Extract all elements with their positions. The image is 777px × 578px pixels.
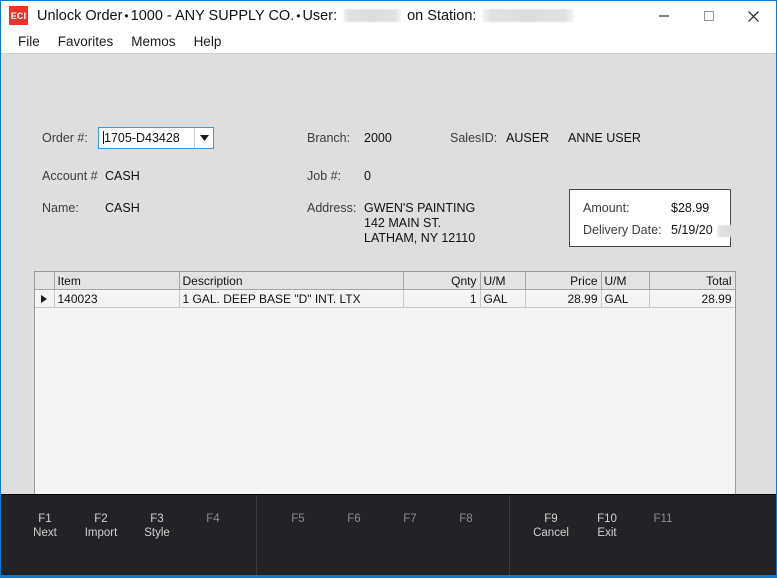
delivery-date-label: Delivery Date: bbox=[583, 223, 662, 237]
function-key-bar: F1 Next F2 Import F3 Style F4 F5 F6 F7 F8 F9 Cancel F… bbox=[1, 494, 776, 576]
close-icon[interactable] bbox=[731, 1, 776, 31]
cell-um-1: GAL bbox=[480, 289, 526, 308]
cell-um-2: GAL bbox=[601, 289, 650, 308]
fkey-f9-cancel-number: F9 bbox=[544, 513, 558, 525]
redacted-delivery-year bbox=[717, 225, 741, 237]
fkey-f8-number: F8 bbox=[459, 513, 473, 525]
fkey-separator-1 bbox=[256, 495, 257, 575]
address-label: Address: bbox=[307, 201, 357, 215]
fkey-f6-number: F6 bbox=[347, 513, 361, 525]
title-separator-dot-2: • bbox=[296, 8, 301, 23]
fkey-f2-import-number: F2 bbox=[94, 513, 108, 525]
cell-total: 28.99 bbox=[649, 289, 735, 308]
fkey-f10-exit-number: F10 bbox=[597, 513, 617, 525]
fkey-f10-exit[interactable]: F10 Exit bbox=[579, 512, 635, 540]
column-header-item[interactable]: Item bbox=[54, 272, 180, 290]
minimize-icon[interactable] bbox=[641, 1, 686, 31]
order-number-label: Order #: bbox=[42, 131, 88, 145]
fkey-f1-next[interactable]: F1 Next bbox=[17, 512, 73, 540]
column-header-qnty[interactable]: Qnty bbox=[403, 272, 481, 290]
order-number-value: 1705-D43428 bbox=[104, 131, 180, 145]
cell-description: 1 GAL. DEEP BASE "D" INT. LTX bbox=[179, 289, 404, 308]
fkey-f7-number: F7 bbox=[403, 513, 417, 525]
window-controls bbox=[641, 1, 776, 31]
fkey-f4-number: F4 bbox=[206, 513, 220, 525]
branch-value: 2000 bbox=[364, 131, 392, 145]
cell-price: 28.99 bbox=[525, 289, 602, 308]
fkey-f9-cancel[interactable]: F9 Cancel bbox=[523, 512, 579, 540]
column-header-selector[interactable] bbox=[35, 272, 55, 290]
menu-item-memos[interactable]: Memos bbox=[122, 32, 184, 51]
order-number-combobox[interactable]: 1705-D43428 bbox=[98, 127, 214, 149]
line-items-table: Item Description Qnty U/M Price U/M Tota… bbox=[35, 272, 735, 308]
address-value: GWEN'S PAINTING 142 MAIN ST. LATHAM, NY … bbox=[364, 201, 476, 245]
fkey-f3-style-number: F3 bbox=[150, 513, 164, 525]
redacted-user-value bbox=[343, 9, 402, 22]
redacted-station-value bbox=[482, 9, 575, 22]
fkey-separator-2 bbox=[509, 495, 510, 575]
fkey-f5-number: F5 bbox=[291, 513, 305, 525]
line-items-grid[interactable]: Item Description Qnty U/M Price U/M Tota… bbox=[34, 271, 736, 524]
application-window: ECI Unlock Order • 1000 - ANY SUPPLY CO.… bbox=[0, 0, 777, 578]
fkey-f3-style-label: Style bbox=[144, 527, 170, 539]
window-title-main: Unlock Order bbox=[37, 7, 123, 24]
fkey-f9-cancel-label: Cancel bbox=[533, 527, 569, 539]
fkey-f8: F8 bbox=[438, 512, 494, 526]
row-selector-icon[interactable] bbox=[35, 289, 55, 308]
window-title: Unlock Order • 1000 - ANY SUPPLY CO. • U… bbox=[37, 7, 575, 24]
menu-bar: File Favorites Memos Help bbox=[1, 30, 776, 53]
fkey-f11: F11 bbox=[635, 512, 691, 526]
name-label: Name: bbox=[42, 201, 79, 215]
column-header-description[interactable]: Description bbox=[179, 272, 404, 290]
eci-logo-icon: ECI bbox=[9, 6, 28, 25]
table-row[interactable]: 140023 1 GAL. DEEP BASE "D" INT. LTX 1 G… bbox=[35, 289, 735, 308]
fkey-f11-number: F11 bbox=[653, 513, 673, 525]
fkey-f10-exit-label: Exit bbox=[597, 527, 617, 539]
fkey-f3-style[interactable]: F3 Style bbox=[129, 512, 185, 540]
table-header-row: Item Description Qnty U/M Price U/M Tota… bbox=[35, 272, 735, 290]
title-bar: ECI Unlock Order • 1000 - ANY SUPPLY CO.… bbox=[1, 0, 776, 30]
account-number-label: Account # bbox=[42, 169, 98, 183]
fkey-f1-next-number: F1 bbox=[38, 513, 52, 525]
menu-item-help[interactable]: Help bbox=[185, 32, 231, 51]
account-number-value: CASH bbox=[105, 169, 140, 183]
maximize-icon[interactable] bbox=[686, 1, 731, 31]
cell-item: 140023 bbox=[54, 289, 180, 308]
cell-qnty: 1 bbox=[403, 289, 481, 308]
branch-label: Branch: bbox=[307, 131, 351, 145]
fkey-f2-import[interactable]: F2 Import bbox=[73, 512, 129, 540]
column-header-um-1[interactable]: U/M bbox=[480, 272, 526, 290]
job-number-value: 0 bbox=[364, 169, 371, 183]
sales-person-name: ANNE USER bbox=[568, 131, 641, 145]
name-value: CASH bbox=[105, 201, 140, 215]
fkey-f6: F6 bbox=[326, 512, 382, 526]
amount-value: $28.99 bbox=[671, 201, 710, 215]
column-header-price[interactable]: Price bbox=[525, 272, 602, 290]
fkey-f1-next-label: Next bbox=[33, 527, 57, 539]
menu-item-favorites[interactable]: Favorites bbox=[49, 32, 123, 51]
salesid-value: AUSER bbox=[506, 131, 550, 145]
fkey-f4: F4 bbox=[185, 512, 241, 526]
salesid-label: SalesID: bbox=[450, 131, 498, 145]
job-number-label: Job #: bbox=[307, 169, 342, 183]
fkey-f5: F5 bbox=[270, 512, 326, 526]
window-title-station-label: on Station: bbox=[407, 7, 477, 24]
order-summary-box: Amount: $28.99 Delivery Date: 5/19/20 bbox=[569, 189, 741, 247]
fkey-f2-import-label: Import bbox=[84, 527, 118, 539]
order-number-input[interactable]: 1705-D43428 bbox=[99, 128, 194, 148]
window-title-user-label: User: bbox=[302, 7, 338, 24]
menu-item-file[interactable]: File bbox=[9, 32, 49, 51]
window-title-company: 1000 - ANY SUPPLY CO. bbox=[130, 7, 295, 24]
form-body: Order #: Account # CASH Name: CASH 1705-… bbox=[1, 53, 776, 524]
fkey-f7: F7 bbox=[382, 512, 438, 526]
title-separator-dot-1: • bbox=[124, 8, 129, 23]
column-header-total[interactable]: Total bbox=[649, 272, 735, 290]
delivery-date-value: 5/19/20 bbox=[671, 223, 713, 237]
chevron-down-icon[interactable] bbox=[194, 128, 213, 148]
amount-label: Amount: bbox=[583, 201, 630, 215]
column-header-um-2[interactable]: U/M bbox=[601, 272, 650, 290]
window-bottom-accent bbox=[1, 575, 776, 577]
